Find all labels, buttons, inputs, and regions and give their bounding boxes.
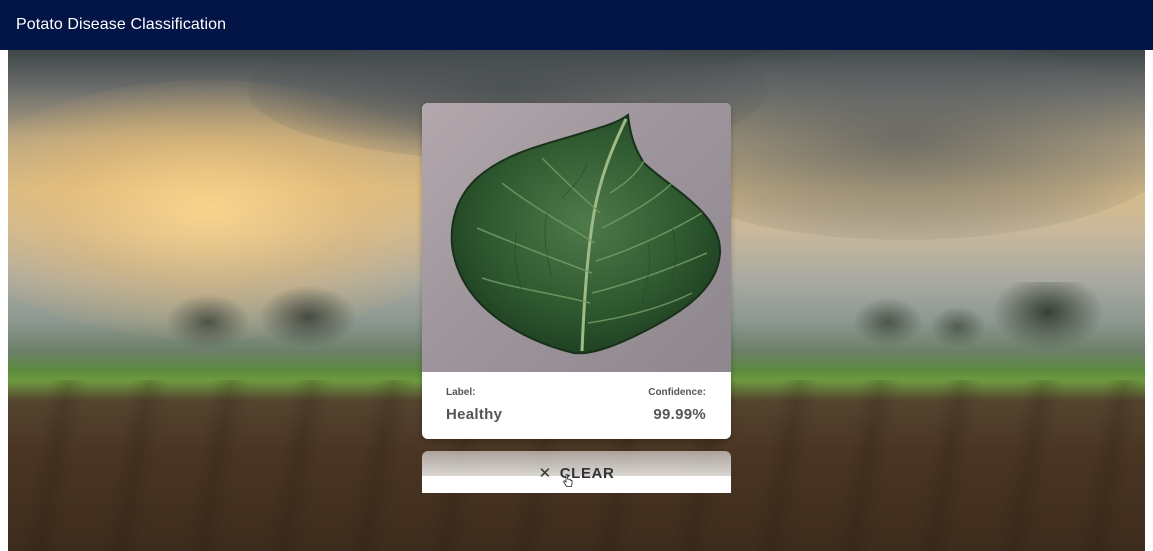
prediction-info: Label: Healthy Confidence: 99.99% [422, 372, 731, 439]
uploaded-leaf-image [422, 103, 731, 372]
close-icon: ✕ [538, 465, 552, 482]
confidence-key: Confidence: [648, 387, 706, 398]
app-bar: Potato Disease Classification [0, 0, 1153, 50]
confidence-value: 99.99% [653, 406, 706, 423]
result-card: Label: Healthy Confidence: 99.99% [422, 103, 731, 439]
label-key: Label: [446, 387, 476, 398]
clear-button[interactable]: ✕ CLEAR [422, 451, 731, 493]
pointer-cursor-icon [563, 474, 573, 487]
app-title: Potato Disease Classification [16, 16, 227, 33]
label-value: Healthy [446, 406, 503, 423]
label-column: Label: Healthy [446, 387, 502, 424]
confidence-column: Confidence: 99.99% [648, 387, 706, 424]
